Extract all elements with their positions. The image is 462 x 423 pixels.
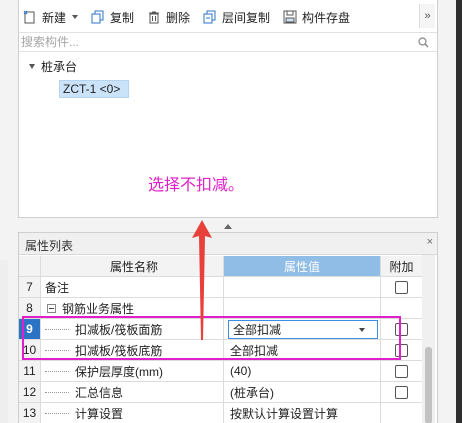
select-value: 全部扣减 [233,323,282,337]
table-row[interactable]: 12 汇总信息 (桩承台) [19,382,423,403]
close-icon[interactable]: × [427,236,433,248]
attach-checkbox[interactable] [395,322,408,336]
delete-button-label: 删除 [166,10,191,25]
collapse-icon[interactable] [47,303,56,313]
row-value [224,298,381,318]
tree-node-zct-1[interactable]: ZCT-1 <0> [59,80,129,98]
row-name-cell: 保护层厚度(mm) [41,361,224,381]
table-row[interactable]: 10 扣减板/筏板底筋 全部扣减 [19,340,423,361]
chevron-down-icon[interactable] [359,328,365,332]
toolbar: 新建 复制 删除 层间复制 构件存盘 » [19,0,437,32]
red-arrow-annotation [192,220,212,340]
table-row[interactable]: 7 备注 [19,277,423,298]
attach-checkbox[interactable] [395,280,408,294]
new-button-label: 新建 [42,10,67,25]
copy-icon [91,10,105,24]
attach-checkbox[interactable] [395,343,408,357]
properties-grid: 属性名称 属性值 附加 7 备注 8 钢筋业务属性 9 扣减板/筏板面筋 全部扣… [19,256,423,423]
properties-header: 属性列表 × [19,233,437,255]
tree-node-label: 桩承台 [41,59,78,74]
row-add-cell [381,298,423,318]
new-button[interactable]: 新建 [23,8,79,26]
row-name: 扣减板/筏板面筋 [75,322,163,337]
properties-scrollbar[interactable] [422,255,435,423]
properties-panel: 属性列表 × 属性名称 属性值 附加 7 备注 8 钢筋业务属性 9 扣减板/筏… [18,232,438,423]
search-input[interactable] [21,34,411,50]
row-value[interactable]: 按默认计算设置计算 [224,403,381,423]
save-disk-icon [283,10,297,24]
floor-copy-button-label: 层间复制 [222,10,271,25]
row-add-cell [381,403,423,423]
row-number: 13 [19,403,41,423]
row-name-cell: 计算设置 [41,403,224,423]
search-icon[interactable] [418,37,429,48]
layers-copy-icon [203,10,217,24]
toolbar-overflow-button[interactable]: » [419,4,435,28]
row-number: 12 [19,382,41,402]
copy-button-label: 复制 [110,10,135,25]
row-value[interactable] [224,277,381,297]
row-name-cell: 扣减板/筏板底筋 [41,340,224,360]
header-add: 附加 [381,256,423,276]
panel-splitter[interactable] [18,219,438,233]
row-name: 钢筋业务属性 [62,301,135,316]
delete-button[interactable]: 删除 [147,8,190,26]
tree-node-pile-cap[interactable]: 桩承台 [29,58,77,74]
left-gutter [0,260,8,423]
annotation-text: 选择不扣减。 [148,175,245,194]
row-value[interactable]: 全部扣减 [224,340,381,360]
row-value[interactable]: (40) [224,361,381,381]
new-file-icon [23,10,37,24]
store-component-button[interactable]: 构件存盘 [283,8,350,26]
chevron-down-icon[interactable] [72,15,79,19]
header-value: 属性值 [224,256,381,276]
row-add-cell [381,277,423,297]
splitter-grip-icon[interactable] [224,223,232,229]
double-chevron-icon: » [424,10,431,22]
row-add-cell [381,340,423,360]
attach-checkbox[interactable] [395,364,408,378]
grid-header-row: 属性名称 属性值 附加 [19,256,423,277]
table-row[interactable]: 8 钢筋业务属性 [19,298,423,319]
store-component-button-label: 构件存盘 [302,10,351,25]
row-value[interactable]: (桩承台) [224,382,381,402]
row-number: 8 [19,298,41,318]
row-add-cell [381,319,423,339]
table-row[interactable]: 13 计算设置 按默认计算设置计算 [19,403,423,423]
properties-title: 属性列表 [25,239,74,253]
row-number: 9 [19,319,41,339]
row-name-cell: 汇总信息 [41,382,224,402]
table-row[interactable]: 9 扣减板/筏板面筋 全部扣减 [19,319,423,340]
row-number: 7 [19,277,41,297]
row-add-cell [381,361,423,381]
copy-button[interactable]: 复制 [91,8,134,26]
table-row[interactable]: 11 保护层厚度(mm) (40) [19,361,423,382]
row-name: 保护层厚度(mm) [75,364,163,379]
row-number: 10 [19,340,41,360]
deduct-top-rebar-select[interactable]: 全部扣减 [228,320,378,339]
component-search [19,32,437,52]
row-name: 汇总信息 [75,385,124,400]
header-num [19,256,41,276]
row-name: 扣减板/筏板底筋 [75,343,163,358]
row-name: 计算设置 [75,406,124,421]
row-number: 11 [19,361,41,381]
expand-arrow-icon[interactable] [29,63,35,69]
floor-copy-button[interactable]: 层间复制 [203,8,270,26]
row-add-cell [381,382,423,402]
scrollbar-thumb[interactable] [425,347,432,423]
tree-child-label: ZCT-1 <0> [63,82,121,96]
trash-icon [147,10,161,24]
right-dark-strip [456,0,462,423]
attach-checkbox[interactable] [395,385,408,399]
